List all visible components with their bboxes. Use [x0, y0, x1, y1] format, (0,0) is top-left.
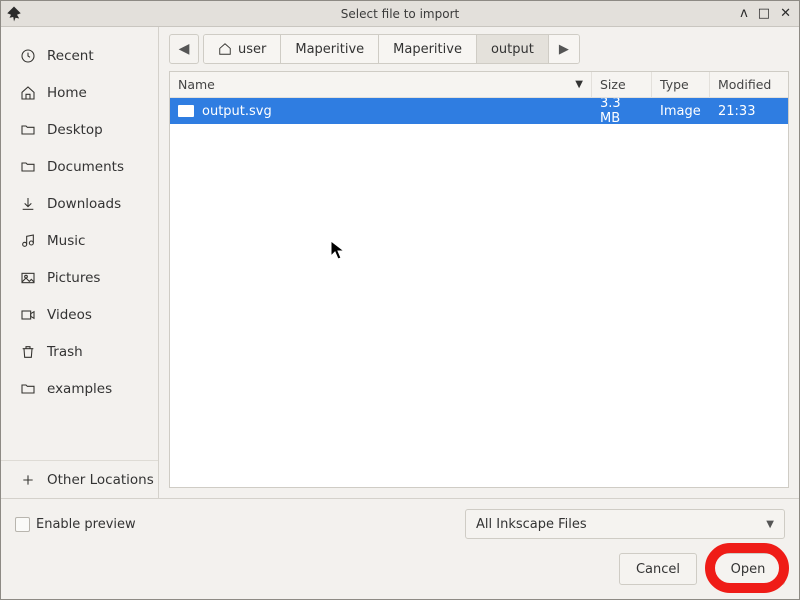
shade-button[interactable]: ʌ [740, 6, 748, 21]
breadcrumb-segment[interactable]: output [477, 35, 549, 63]
sidebar-item-label: Trash [47, 344, 83, 360]
file-icon [178, 105, 194, 117]
sidebar-item-label: Documents [47, 159, 124, 175]
checkbox-label: Enable preview [36, 517, 136, 532]
sidebar-item-desktop[interactable]: Desktop [1, 111, 158, 148]
home-icon [19, 84, 37, 102]
pathbar: ◀ userMaperitiveMaperitiveoutput▶ [159, 27, 799, 71]
sidebar-item-label: Desktop [47, 122, 103, 138]
sidebar-item-label: Pictures [47, 270, 100, 286]
plus-icon [19, 471, 37, 489]
open-button[interactable]: Open [711, 553, 785, 585]
col-header-size[interactable]: Size [592, 72, 652, 97]
sidebar-item-examples[interactable]: examples [1, 370, 158, 407]
app-icon [1, 5, 27, 23]
breadcrumb: userMaperitiveMaperitiveoutput▶ [203, 34, 580, 64]
sidebar-item-label: Music [47, 233, 85, 249]
window-controls: ʌ □ ✕ [740, 6, 799, 21]
music-icon [19, 232, 37, 250]
folder-icon [19, 380, 37, 398]
places-sidebar: Recent Home Desktop Documents Downloads Music… [1, 27, 159, 498]
column-headers: Name▼ Size Type Modified [170, 72, 788, 98]
sidebar-item-videos[interactable]: Videos [1, 296, 158, 333]
file-size: 3.3 MB [592, 98, 652, 126]
checkbox-box [15, 517, 30, 532]
file-chooser-dialog: Select file to import ʌ □ ✕ Recent Home De… [0, 0, 800, 600]
cancel-button[interactable]: Cancel [619, 553, 697, 585]
sidebar-item-recent[interactable]: Recent [1, 37, 158, 74]
sidebar-item-label: Downloads [47, 196, 121, 212]
breadcrumb-segment[interactable]: Maperitive [379, 35, 477, 63]
close-button[interactable]: ✕ [780, 6, 791, 21]
breadcrumb-segment[interactable]: user [204, 35, 281, 63]
sidebar-item-pictures[interactable]: Pictures [1, 259, 158, 296]
col-header-name[interactable]: Name▼ [170, 72, 592, 97]
clock-icon [19, 47, 37, 65]
file-list: Name▼ Size Type Modified output.svg 3.3 M… [169, 71, 789, 488]
sidebar-item-music[interactable]: Music [1, 222, 158, 259]
sidebar-item-label: Other Locations [47, 472, 154, 488]
folder-icon [19, 121, 37, 139]
filter-label: All Inkscape Files [476, 517, 587, 532]
file-row[interactable]: output.svg 3.3 MBImage21:33 [170, 98, 788, 124]
sidebar-other-locations[interactable]: Other Locations [1, 461, 158, 498]
image-icon [19, 269, 37, 287]
chevron-down-icon: ▼ [766, 519, 774, 530]
trash-icon [19, 343, 37, 361]
nav-back-button[interactable]: ◀ [169, 34, 199, 64]
file-type: Image [652, 104, 710, 119]
sidebar-item-downloads[interactable]: Downloads [1, 185, 158, 222]
breadcrumb-segment[interactable]: Maperitive [281, 35, 379, 63]
dialog-footer: Enable preview All Inkscape Files ▼ Canc… [1, 498, 799, 599]
home-icon [218, 42, 232, 56]
maximize-button[interactable]: □ [758, 6, 770, 21]
breadcrumb-forward[interactable]: ▶ [549, 35, 579, 63]
download-icon [19, 195, 37, 213]
dialog-body: Recent Home Desktop Documents Downloads Music… [1, 27, 799, 599]
file-modified: 21:33 [710, 104, 788, 119]
sidebar-item-home[interactable]: Home [1, 74, 158, 111]
video-icon [19, 306, 37, 324]
enable-preview-checkbox[interactable]: Enable preview [15, 517, 136, 532]
sidebar-item-label: Home [47, 85, 87, 101]
sort-desc-icon: ▼ [575, 79, 583, 90]
folder-icon [19, 158, 37, 176]
sidebar-item-label: Videos [47, 307, 92, 323]
sidebar-item-label: examples [47, 381, 112, 397]
sidebar-item-trash[interactable]: Trash [1, 333, 158, 370]
file-type-filter[interactable]: All Inkscape Files ▼ [465, 509, 785, 539]
col-header-modified[interactable]: Modified [710, 72, 788, 97]
sidebar-item-documents[interactable]: Documents [1, 148, 158, 185]
file-name: output.svg [202, 104, 272, 119]
titlebar: Select file to import ʌ □ ✕ [1, 1, 799, 27]
sidebar-item-label: Recent [47, 48, 94, 64]
col-header-type[interactable]: Type [652, 72, 710, 97]
dialog-title: Select file to import [1, 7, 799, 21]
